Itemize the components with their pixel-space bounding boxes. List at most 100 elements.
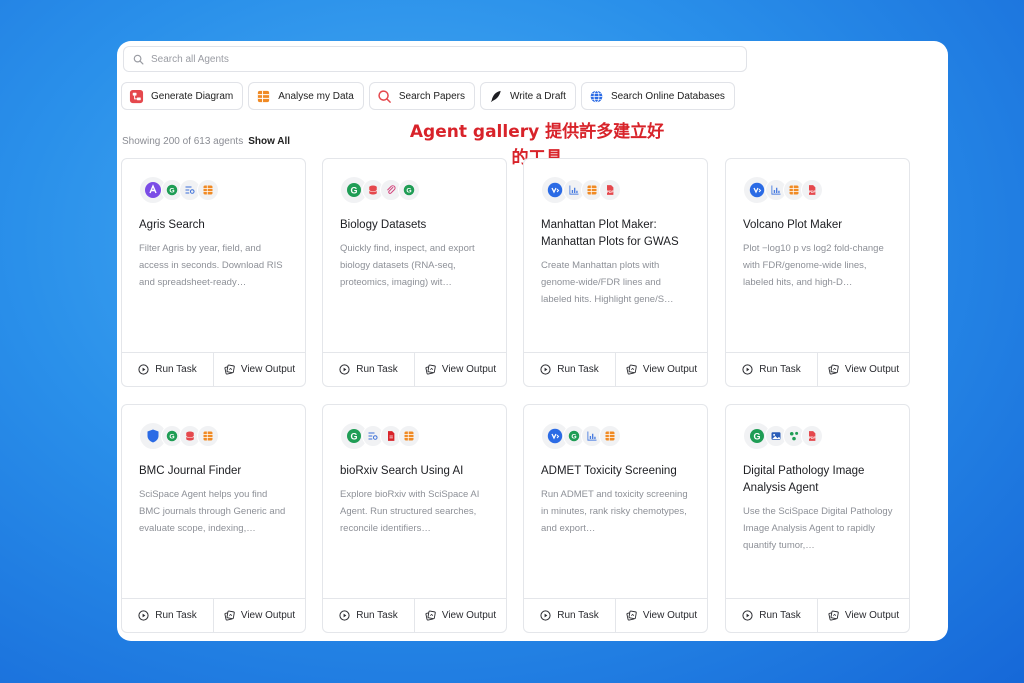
search-papers-button[interactable]: Search Papers [368,82,476,110]
search-icon [377,89,392,104]
agent-icon-stack: G [340,422,420,450]
agent-card[interactable]: G ADMET Toxicity Screening Run ADMET and t… [523,404,708,633]
agent-icon-stack: PDF [743,176,823,204]
agent-description: SciSpace Agent helps you find BMC journa… [139,489,286,534]
svg-text:G: G [169,434,174,441]
agent-card[interactable]: GbioRxiv Search Using AI Explore bioRxiv … [322,404,507,633]
view-output-button[interactable]: View Output [414,353,506,386]
run-task-button[interactable]: Run Task [524,353,615,386]
run-task-button[interactable]: Run Task [122,599,213,632]
agent-title[interactable]: Biology Datasets [340,217,500,234]
run-task-label: Run Task [155,364,197,375]
run-task-label: Run Task [356,610,398,621]
view-output-label: View Output [844,610,900,621]
agent-card[interactable]: G Agris Search Filter Agris by year, field… [121,158,306,387]
search-papers-label: Search Papers [398,90,466,102]
agent-card[interactable]: PDF Volcano Plot Maker Plot −log10 p vs lo… [725,158,910,387]
agent-description: Filter Agris by year, field, and access … [139,243,283,288]
agent-card[interactable]: G G Biology Datasets Quickly find, inspect,… [322,158,507,387]
spreadsheet-icon [398,425,420,447]
agent-icon-stack: G [139,422,219,450]
search-bar[interactable] [123,46,747,72]
generate-diagram-label: Generate Diagram [151,90,234,102]
agent-card-actions: Run Task View Output [323,352,506,386]
output-icon [224,364,235,375]
agent-icon-stack: G [541,422,621,450]
run-task-label: Run Task [557,610,599,621]
run-task-button[interactable]: Run Task [323,599,414,632]
agent-title[interactable]: Agris Search [139,217,299,234]
svg-text:G: G [350,186,357,196]
agent-card[interactable]: PDF Manhattan Plot Maker: Manhattan Plots… [523,158,708,387]
agent-icon-stack: G PDF [743,422,823,450]
play-circle-icon [138,364,149,375]
run-task-button[interactable]: Run Task [122,353,213,386]
agent-description: Create Manhattan plots with genome-wide/… [541,260,674,305]
analyse-data-button[interactable]: Analyse my Data [248,82,364,110]
play-circle-icon [540,364,551,375]
play-circle-icon [540,610,551,621]
agent-title[interactable]: Manhattan Plot Maker: Manhattan Plots fo… [541,217,701,251]
run-task-label: Run Task [155,610,197,621]
run-task-label: Run Task [759,364,801,375]
view-output-button[interactable]: View Output [817,599,909,632]
run-task-button[interactable]: Run Task [323,353,414,386]
view-output-button[interactable]: View Output [213,599,305,632]
agent-card[interactable]: G BMC Journal Finder SciSpace Agent helps … [121,404,306,633]
run-task-button[interactable]: Run Task [726,353,817,386]
play-circle-icon [138,610,149,621]
svg-text:G: G [169,188,174,195]
run-task-label: Run Task [356,364,398,375]
svg-text:PDF: PDF [809,190,816,194]
view-output-button[interactable]: View Output [414,599,506,632]
view-output-label: View Output [642,610,698,621]
run-task-button[interactable]: Run Task [524,599,615,632]
run-task-label: Run Task [557,364,599,375]
show-all-link[interactable]: Show All [248,136,290,147]
agent-icon-stack: GG [340,176,420,204]
spreadsheet-icon [197,425,219,447]
agent-card-actions: Run Task View Output [726,352,909,386]
view-output-button[interactable]: View Output [615,599,707,632]
agent-title[interactable]: ADMET Toxicity Screening [541,463,701,480]
search-icon [133,54,144,64]
view-output-button[interactable]: View Output [213,353,305,386]
globe-icon [589,89,604,104]
generate-diagram-button[interactable]: Generate Diagram [121,82,244,110]
svg-text:G: G [571,434,576,441]
agent-title[interactable]: Digital Pathology Image Analysis Agent [743,463,903,497]
pdf-icon: PDF [801,425,823,447]
spreadsheet-icon [256,89,271,104]
search-databases-button[interactable]: Search Online Databases [580,82,735,110]
results-count: Showing 200 of 613 agents Show All [122,136,290,147]
agent-card[interactable]: G PDF Digital Pathology Image Analysis Age… [725,404,910,633]
svg-text:PDF: PDF [809,436,816,440]
svg-text:PDF: PDF [607,190,614,194]
agent-description: Quickly find, inspect, and export biolog… [340,243,475,288]
agent-card-actions: Run Task View Output [122,352,305,386]
agent-title[interactable]: bioRxiv Search Using AI [340,463,500,480]
svg-text:G: G [406,188,411,195]
play-circle-icon [742,364,753,375]
view-output-button[interactable]: View Output [615,353,707,386]
google-scholar-icon: G [398,179,420,201]
agent-gallery-panel: Generate Diagram Analyse my Data Search … [117,41,948,641]
view-output-label: View Output [844,364,900,375]
search-input[interactable] [151,53,711,65]
agent-card-actions: Run Task View Output [122,598,305,632]
write-draft-label: Write a Draft [510,90,566,102]
agent-description: Explore bioRxiv with SciSpace AI Agent. … [340,489,480,534]
run-task-button[interactable]: Run Task [726,599,817,632]
agent-description: Run ADMET and toxicity screening in minu… [541,489,688,534]
play-circle-icon [742,610,753,621]
agent-title[interactable]: BMC Journal Finder [139,463,299,480]
pdf-icon: PDF [599,179,621,201]
write-draft-button[interactable]: Write a Draft [480,82,576,110]
spreadsheet-icon [599,425,621,447]
agent-icon-stack: PDF [541,176,621,204]
diagram-icon [129,89,144,104]
agent-title[interactable]: Volcano Plot Maker [743,217,903,234]
output-icon [626,610,637,621]
svg-text:G: G [350,432,357,442]
view-output-button[interactable]: View Output [817,353,909,386]
